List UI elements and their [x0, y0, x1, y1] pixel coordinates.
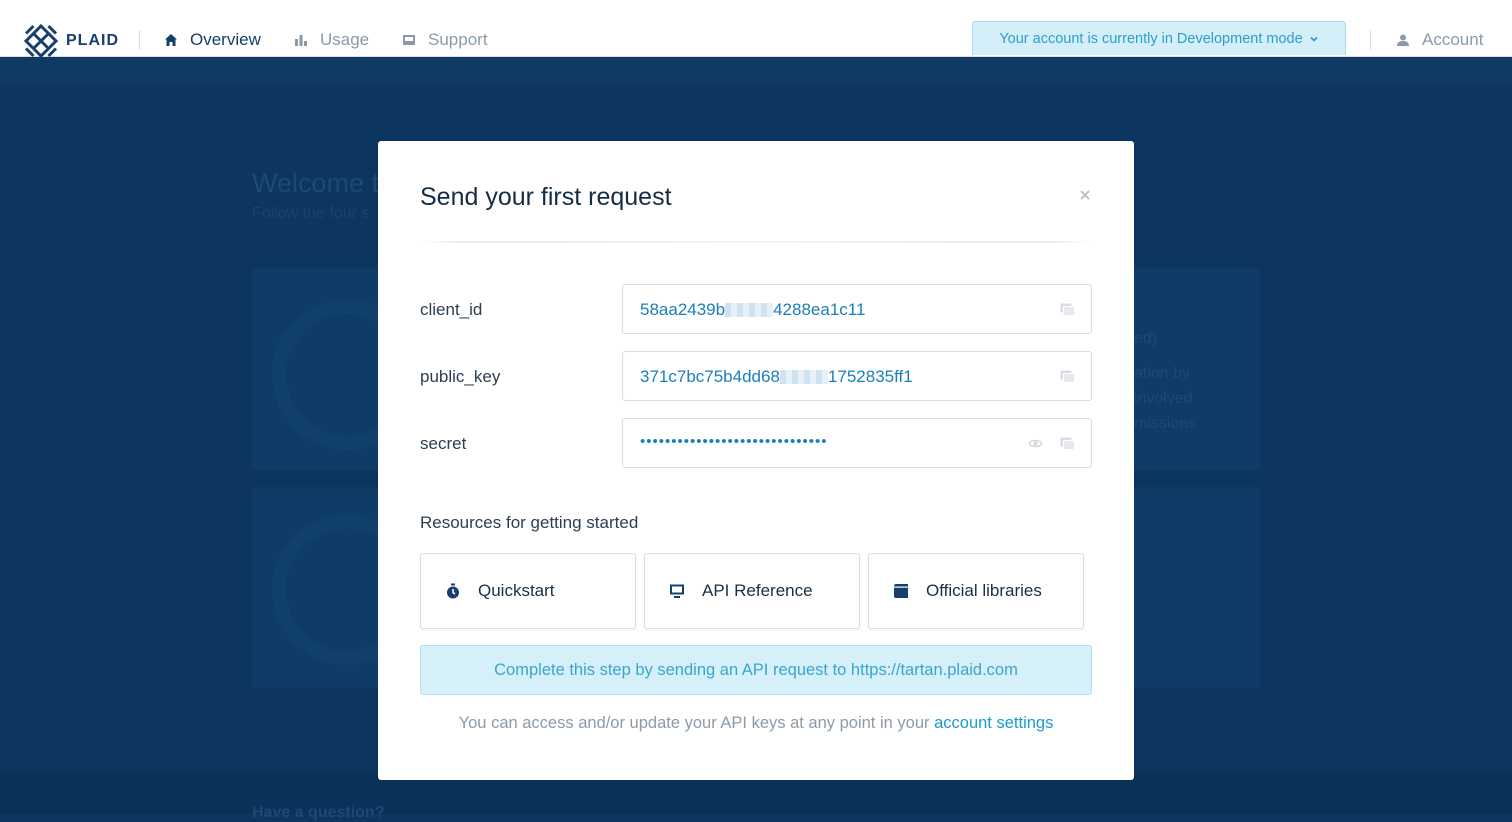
- client-id-label: client_id: [420, 300, 483, 319]
- secret-label: secret: [420, 434, 467, 453]
- bar-chart-icon: [295, 35, 307, 46]
- public-key-value: 371c7bc75b4dd68 1752835ff1: [640, 367, 913, 386]
- background-text: ation by: [1134, 365, 1191, 382]
- official-libraries-button[interactable]: Official libraries: [868, 553, 1084, 629]
- title-divider: [420, 241, 1092, 243]
- top-nav: PLAID Overview Usage Support Your accoun…: [0, 0, 1512, 58]
- copy-icon[interactable]: [1060, 370, 1075, 383]
- account-menu[interactable]: Account: [1396, 30, 1483, 50]
- nav-divider: [1370, 30, 1371, 50]
- quickstart-button[interactable]: Quickstart: [420, 553, 636, 629]
- redacted-mask: [779, 370, 828, 384]
- dev-mode-label: Your account is currently in Development…: [999, 30, 1303, 47]
- overlay-band: [0, 57, 1512, 84]
- background-heading: Welcome t: [252, 168, 380, 198]
- home-icon: [165, 34, 177, 46]
- completion-callout: Complete this step by sending an API req…: [420, 645, 1092, 695]
- api-keys-note: You can access and/or update your API ke…: [458, 714, 1054, 732]
- public-key-label: public_key: [420, 367, 501, 386]
- dev-mode-dropdown[interactable]: Your account is currently in Development…: [972, 21, 1346, 55]
- api-reference-button[interactable]: API Reference: [644, 553, 860, 629]
- first-request-modal: Send your first request client_id 58aa24…: [378, 141, 1134, 780]
- nav-item-label: Overview: [190, 30, 261, 49]
- modal-title: Send your first request: [420, 183, 672, 211]
- eye-icon[interactable]: [1028, 438, 1043, 449]
- secret-field[interactable]: ••••••••••••••••••••••••••••••: [622, 418, 1092, 468]
- background-text: involved: [1134, 390, 1193, 407]
- background-subheading: Follow the four s: [252, 205, 370, 222]
- account-settings-link[interactable]: account settings: [934, 714, 1053, 732]
- stopwatch-icon: [447, 583, 459, 599]
- copy-icon[interactable]: [1060, 437, 1075, 450]
- book-icon: [894, 584, 908, 598]
- nav-item-label: Support: [428, 30, 488, 49]
- nav-divider: [139, 30, 140, 50]
- background-text: ed): [1134, 330, 1158, 347]
- copy-icon[interactable]: [1060, 303, 1075, 316]
- resource-label: Quickstart: [478, 581, 555, 600]
- background-text: missions: [1134, 415, 1197, 432]
- user-icon: [1397, 34, 1409, 46]
- account-label: Account: [1422, 30, 1484, 49]
- close-icon[interactable]: [1078, 188, 1092, 202]
- brand-name: PLAID: [66, 32, 119, 49]
- plaid-logo-icon: [24, 24, 58, 58]
- secret-value: ••••••••••••••••••••••••••••••: [640, 433, 828, 450]
- public-key-field[interactable]: 371c7bc75b4dd68 1752835ff1: [622, 351, 1092, 401]
- redacted-mask: [725, 303, 774, 317]
- resource-label: Official libraries: [926, 581, 1042, 600]
- resource-label: API Reference: [702, 581, 813, 600]
- monitor-icon: [670, 584, 684, 598]
- client-id-value: 58aa2439b 4288ea1c11: [640, 300, 866, 319]
- plaid-logo[interactable]: PLAID: [24, 24, 119, 58]
- nav-item-overview[interactable]: Overview: [164, 30, 261, 50]
- resources-heading: Resources for getting started: [420, 513, 639, 532]
- inbox-icon: [403, 35, 415, 45]
- nav-item-support[interactable]: Support: [402, 30, 488, 50]
- nav-item-usage[interactable]: Usage: [294, 30, 369, 50]
- nav-item-label: Usage: [320, 30, 370, 49]
- chevron-down-icon: [1310, 36, 1318, 42]
- client-id-field[interactable]: 58aa2439b 4288ea1c11: [622, 284, 1092, 334]
